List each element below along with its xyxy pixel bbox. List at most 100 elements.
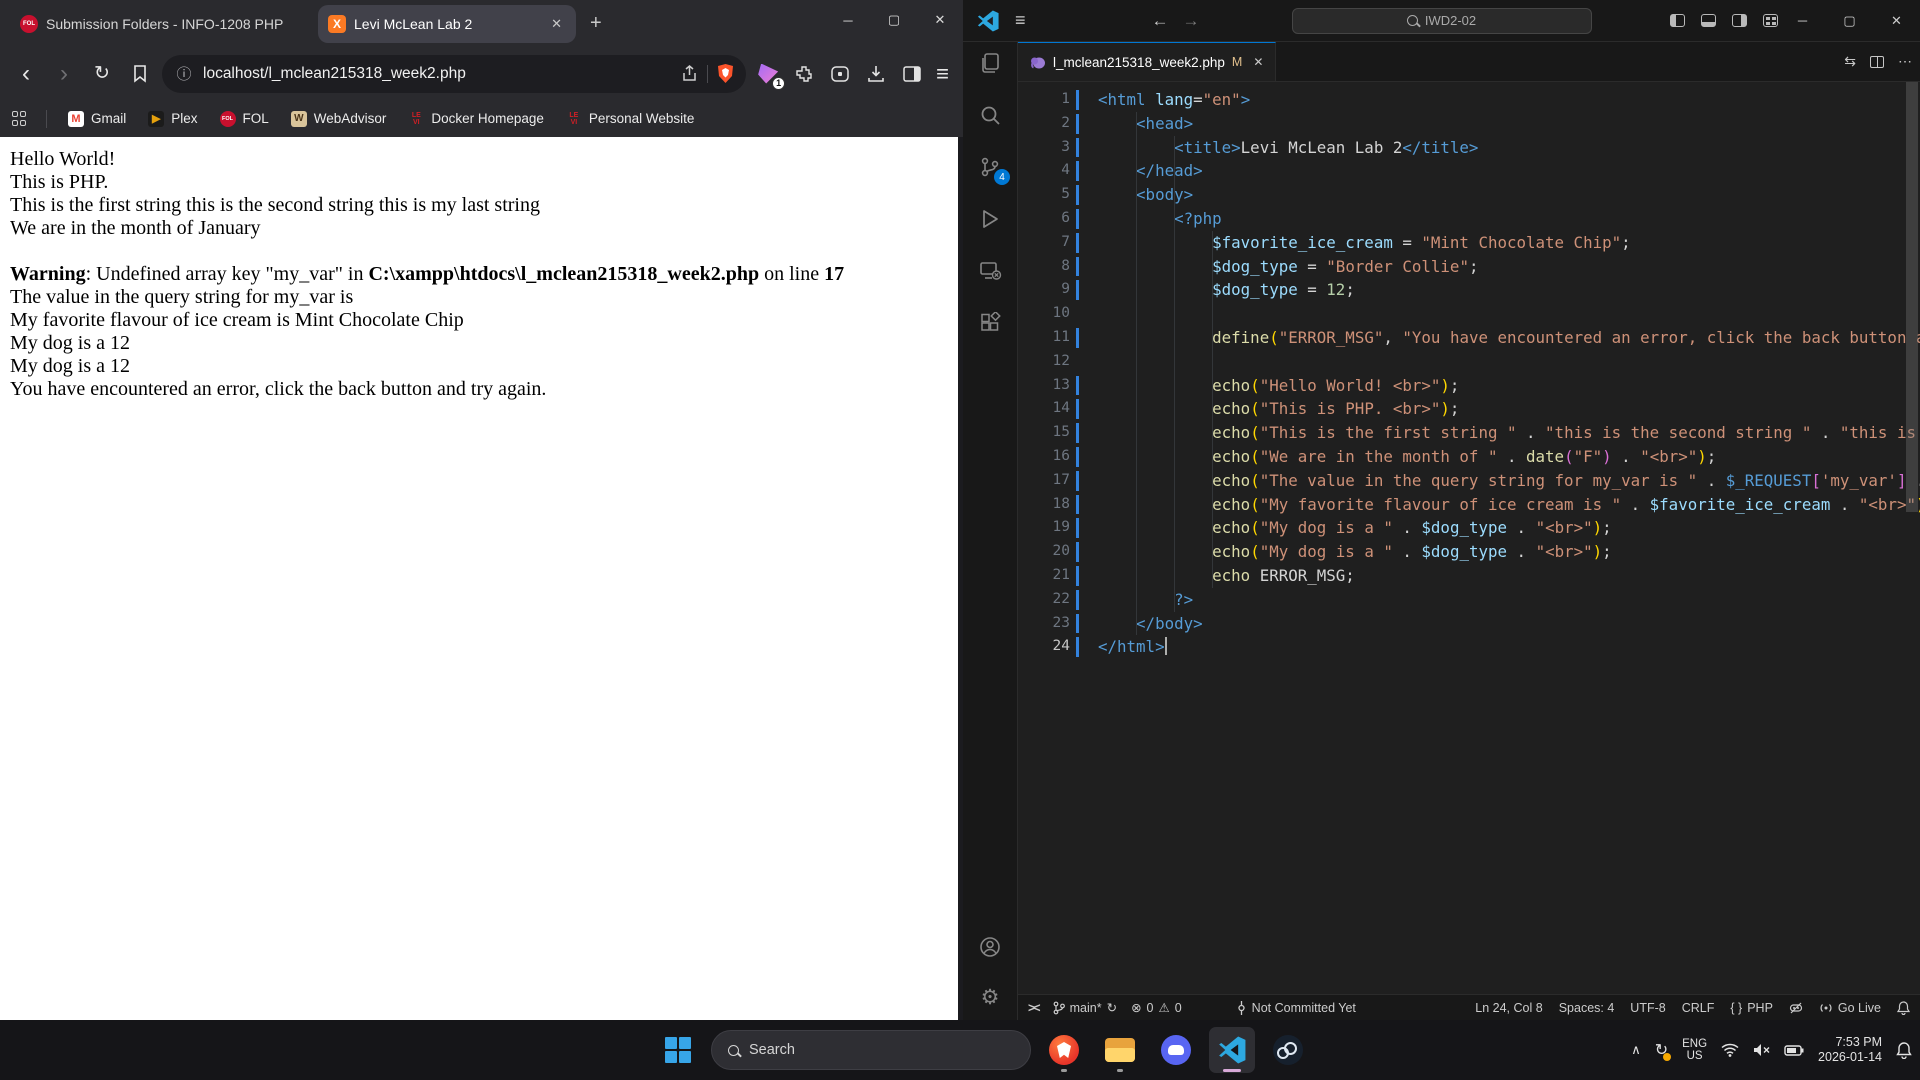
code-line[interactable]: 20 echo("My dog is a " . $dog_type . "<b… (1018, 540, 1920, 564)
indentation-button[interactable]: Spaces: 4 (1559, 1001, 1615, 1015)
tab-close-icon[interactable]: ✕ (547, 16, 566, 32)
commit-status-button[interactable]: Not Committed Yet (1236, 1001, 1356, 1015)
address-bar[interactable]: ⓘ localhost/l_mclean215318_week2.php (162, 55, 746, 93)
taskbar-brave-icon[interactable] (1041, 1027, 1087, 1073)
go-live-button[interactable]: Go Live (1819, 1001, 1881, 1015)
code-line[interactable]: 12 (1018, 350, 1920, 374)
bookmark-item[interactable]: ▶Plex (139, 107, 206, 131)
code-editor[interactable]: 1<html lang="en">2 <head>3 <title>Levi M… (1018, 82, 1920, 994)
split-editor-icon[interactable] (1870, 56, 1884, 68)
bookmark-item[interactable]: FOLFOL (211, 107, 278, 131)
new-tab-button[interactable]: + (590, 12, 602, 35)
clock[interactable]: 7:53 PM 2026-01-14 (1818, 1035, 1882, 1065)
code-line[interactable]: 13 echo("Hello World! <br>"); (1018, 374, 1920, 398)
toggle-secondary-sidebar-icon[interactable] (1732, 14, 1747, 27)
compare-changes-icon[interactable]: ⇆ (1844, 53, 1856, 70)
command-center-search[interactable]: IWD2-02 (1292, 8, 1592, 34)
apps-grid-icon[interactable] (12, 111, 28, 127)
code-line[interactable]: 14 echo("This is PHP. <br>"); (1018, 397, 1920, 421)
downloads-icon[interactable] (864, 62, 888, 86)
extensions-puzzle-icon[interactable] (792, 62, 816, 86)
leo-ai-icon[interactable]: 1 (756, 62, 780, 86)
notifications-bell-icon[interactable] (1897, 1001, 1910, 1015)
close-button[interactable]: ✕ (917, 0, 963, 40)
browser-tab-inactive[interactable]: FOL Submission Folders - INFO-1208 PHP (10, 15, 302, 33)
code-line[interactable]: 8 $dog_type = "Border Collie"; (1018, 255, 1920, 279)
reload-button[interactable]: ↻ (86, 58, 118, 90)
start-button[interactable] (655, 1027, 701, 1073)
code-line[interactable]: 19 echo("My dog is a " . $dog_type . "<b… (1018, 516, 1920, 540)
toggle-sidebar-icon[interactable] (1670, 14, 1685, 27)
minimize-button[interactable]: ─ (1779, 0, 1826, 41)
editor-tab[interactable]: l_mclean215318_week2.php M ✕ (1018, 42, 1276, 81)
taskbar-vscode-icon[interactable] (1209, 1027, 1255, 1073)
back-button[interactable]: ‹ (10, 58, 42, 90)
run-debug-icon[interactable] (977, 206, 1003, 232)
bookmark-item[interactable]: LEVIPersonal Website (557, 107, 704, 131)
code-line[interactable]: 21 echo ERROR_MSG; (1018, 564, 1920, 588)
code-line[interactable]: 9 $dog_type = 12; (1018, 278, 1920, 302)
code-line[interactable]: 11 define("ERROR_MSG", "You have encount… (1018, 326, 1920, 350)
minimize-button[interactable]: ─ (825, 0, 871, 40)
share-icon[interactable] (681, 65, 698, 82)
taskbar-search[interactable]: Search (711, 1030, 1031, 1070)
browser-tab-active[interactable]: X Levi McLean Lab 2 ✕ (318, 5, 576, 43)
tray-overflow-chevron-icon[interactable]: ∧ (1631, 1042, 1641, 1058)
tab-close-icon[interactable]: ✕ (1253, 55, 1263, 69)
sync-changes-icon[interactable]: ↻ (1107, 1000, 1117, 1015)
remote-window-button[interactable]: >< (1028, 1001, 1039, 1015)
bookmark-item[interactable]: LEVIDocker Homepage (399, 107, 553, 131)
explorer-icon[interactable] (977, 50, 1003, 76)
site-info-icon[interactable]: ⓘ (174, 64, 194, 84)
bookmark-item[interactable]: WWebAdvisor (282, 107, 396, 131)
taskbar-file-explorer-icon[interactable] (1097, 1027, 1143, 1073)
code-line[interactable]: 6 <?php (1018, 207, 1920, 231)
maximize-button[interactable]: ▢ (871, 0, 917, 40)
bookmark-icon[interactable] (124, 58, 156, 90)
git-branch-button[interactable]: main* ↻ (1053, 1000, 1117, 1015)
problems-button[interactable]: ⊗ 0 ⚠ 0 (1131, 1000, 1182, 1015)
code-line[interactable]: 16 echo("We are in the month of " . date… (1018, 445, 1920, 469)
update-sync-icon[interactable]: ↻ (1655, 1040, 1668, 1060)
volume-muted-icon[interactable] (1753, 1043, 1770, 1057)
code-line[interactable]: 5 <body> (1018, 183, 1920, 207)
close-button[interactable]: ✕ (1873, 0, 1920, 41)
code-line[interactable]: 2 <head> (1018, 112, 1920, 136)
language-switcher[interactable]: ENG US (1682, 1038, 1707, 1062)
forward-button[interactable]: › (48, 58, 80, 90)
maximize-button[interactable]: ▢ (1826, 0, 1873, 41)
code-line[interactable]: 4 </head> (1018, 159, 1920, 183)
search-icon[interactable] (977, 102, 1003, 128)
brave-shield-icon[interactable] (717, 64, 734, 83)
url-text[interactable]: localhost/l_mclean215318_week2.php (203, 65, 672, 83)
browser-menu-icon[interactable]: ≡ (936, 61, 949, 87)
code-line[interactable]: 1<html lang="en"> (1018, 88, 1920, 112)
account-icon[interactable] (977, 934, 1003, 960)
settings-gear-icon[interactable]: ⚙ (977, 984, 1003, 1010)
eol-button[interactable]: CRLF (1682, 1001, 1715, 1015)
code-line[interactable]: 7 $favorite_ice_cream = "Mint Chocolate … (1018, 231, 1920, 255)
sidebar-toggle-icon[interactable] (900, 62, 924, 86)
vscode-menu-icon[interactable]: ≡ (1009, 10, 1032, 31)
editor-scrollbar[interactable] (1906, 82, 1918, 512)
code-line[interactable]: 15 echo("This is the first string " . "t… (1018, 421, 1920, 445)
source-control-icon[interactable]: 4 (977, 154, 1003, 180)
taskbar-steam-icon[interactable] (1265, 1027, 1311, 1073)
extensions-icon[interactable] (977, 310, 1003, 336)
code-line[interactable]: 17 echo("The value in the query string f… (1018, 469, 1920, 493)
copilot-disabled-icon[interactable] (1789, 1001, 1803, 1015)
wifi-icon[interactable] (1721, 1043, 1739, 1057)
language-mode-button[interactable]: { } PHP (1730, 1001, 1773, 1015)
battery-icon[interactable] (1784, 1044, 1804, 1057)
more-actions-icon[interactable]: ⋯ (1898, 53, 1912, 70)
toggle-panel-icon[interactable] (1701, 14, 1716, 27)
encoding-button[interactable]: UTF-8 (1630, 1001, 1665, 1015)
bookmark-item[interactable]: MGmail (59, 107, 135, 131)
remote-explorer-icon[interactable] (977, 258, 1003, 284)
code-line[interactable]: 24</html> (1018, 635, 1920, 659)
customize-layout-icon[interactable] (1763, 14, 1778, 27)
code-line[interactable]: 22 ?> (1018, 588, 1920, 612)
code-line[interactable]: 10 (1018, 302, 1920, 326)
go-back-icon[interactable]: ← (1152, 11, 1169, 31)
taskbar-discord-icon[interactable] (1153, 1027, 1199, 1073)
